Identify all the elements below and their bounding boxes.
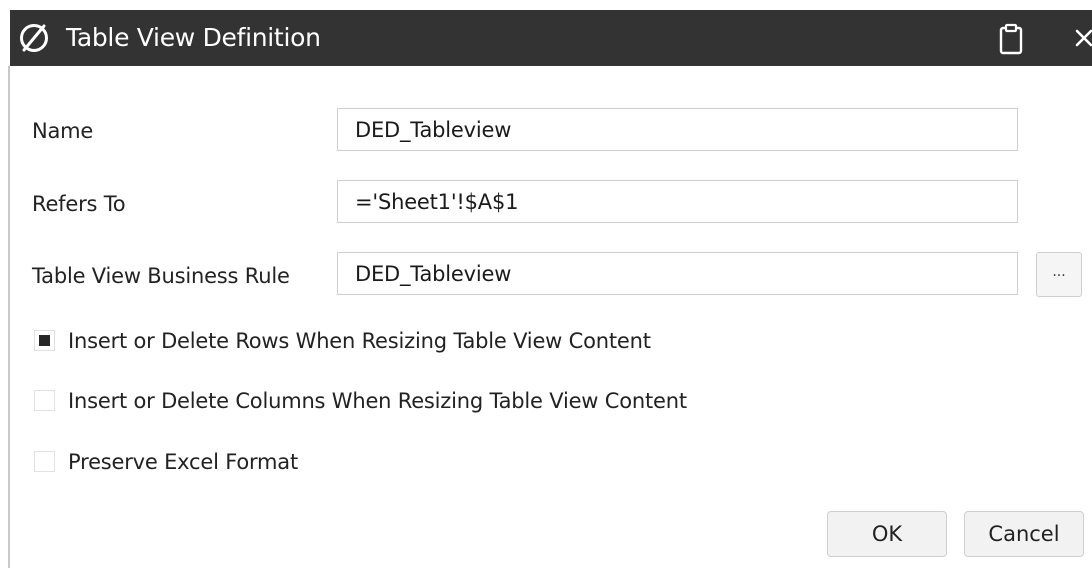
insert-delete-columns-label: Insert or Delete Columns When Resizing T… — [68, 389, 687, 413]
dialog-title: Table View Definition — [66, 23, 321, 52]
business-rule-input[interactable] — [337, 252, 1018, 295]
name-input[interactable] — [337, 108, 1018, 151]
ok-button[interactable]: OK — [827, 511, 947, 557]
business-rule-label: Table View Business Rule — [32, 264, 290, 288]
browse-business-rule-button[interactable]: ... — [1036, 252, 1082, 297]
close-icon[interactable] — [1070, 24, 1092, 52]
name-label: Name — [32, 119, 94, 143]
insert-delete-columns-checkbox[interactable] — [34, 390, 55, 411]
preserve-excel-format-label: Preserve Excel Format — [68, 450, 299, 474]
table-view-definition-dialog: Table View Definition Name Refers To Tab… — [0, 0, 1092, 568]
cancel-button[interactable]: Cancel — [964, 511, 1084, 557]
refers-to-label: Refers To — [32, 192, 126, 216]
refers-to-input[interactable] — [337, 180, 1018, 223]
title-bar: Table View Definition — [10, 10, 1092, 66]
dialog-left-border — [8, 66, 10, 568]
oracle-logo-icon — [20, 24, 48, 52]
preserve-excel-format-checkbox[interactable] — [34, 451, 55, 472]
clipboard-icon[interactable] — [997, 23, 1025, 55]
insert-delete-rows-label: Insert or Delete Rows When Resizing Tabl… — [68, 329, 651, 353]
insert-delete-rows-checkbox[interactable] — [34, 330, 55, 351]
